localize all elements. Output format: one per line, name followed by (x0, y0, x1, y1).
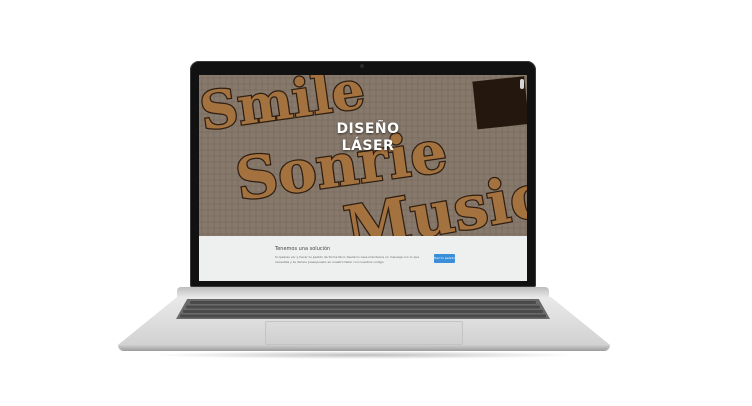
trackpad (265, 321, 463, 345)
banner-body: Si quieres ver y hacer tu pedido de form… (275, 255, 420, 264)
hero-title: DISEÑO LÁSER (333, 121, 403, 155)
webcam-icon (360, 64, 364, 68)
hero-title-line2: LÁSER (341, 138, 395, 154)
keyboard-keys (180, 301, 546, 318)
laptop-shadow (150, 351, 580, 359)
hero-section: Smile Sonrie Music DISEÑO LÁSER (199, 75, 527, 236)
laptop-hinge (177, 287, 549, 297)
laptop-lid: Smile Sonrie Music DISEÑO LÁSER Tenemos … (190, 61, 536, 287)
keyboard (176, 299, 550, 319)
order-button[interactable]: Haz tu pedido (434, 254, 455, 263)
scrollbar[interactable] (520, 79, 524, 89)
laptop-screen: Smile Sonrie Music DISEÑO LÁSER Tenemos … (199, 75, 527, 281)
laptop-mockup: Smile Sonrie Music DISEÑO LÁSER Tenemos … (0, 0, 752, 406)
hero-title-line1: DISEÑO (336, 121, 400, 137)
banner-heading: Tenemos una solución (275, 246, 331, 252)
cta-banner: Tenemos una solución Si quieres ver y ha… (199, 236, 527, 281)
hero-background-image: Smile Sonrie Music (199, 75, 527, 236)
